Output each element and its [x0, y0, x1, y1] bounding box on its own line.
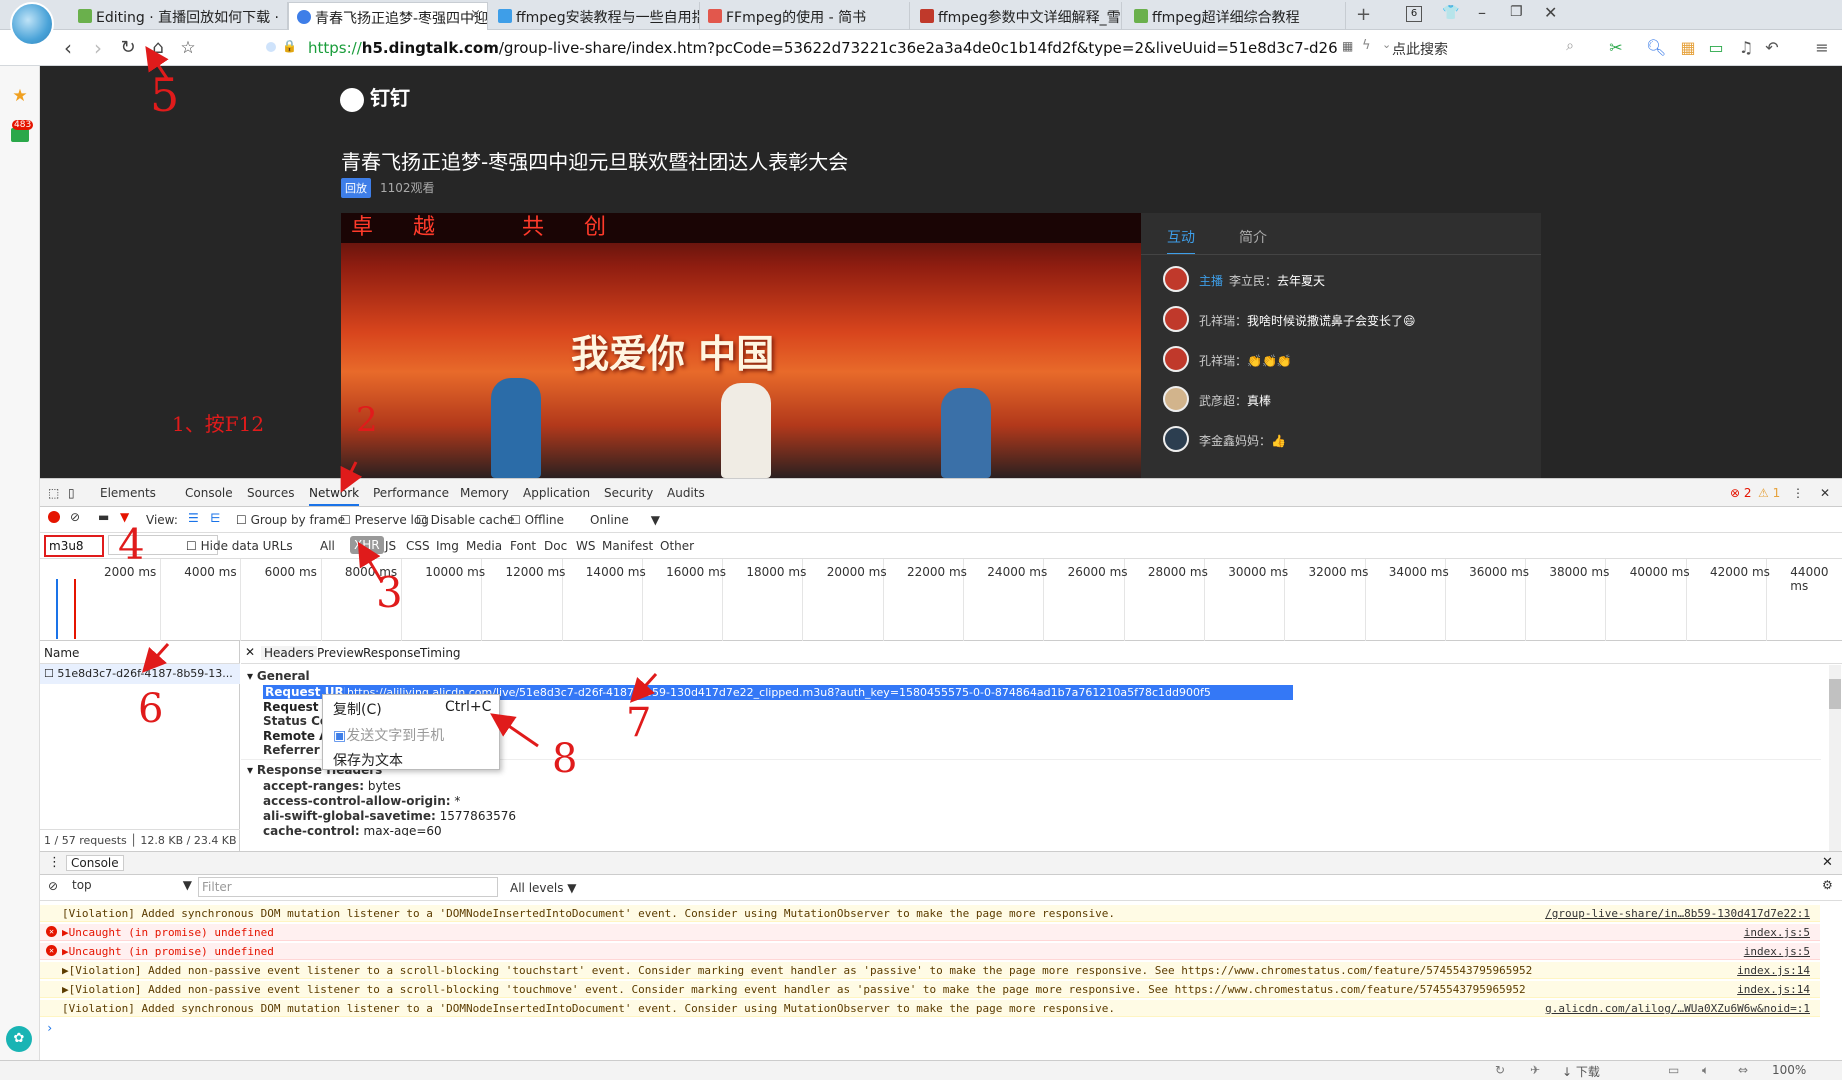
annotation-arrows — [141, 46, 658, 748]
arrow-step5 — [145, 46, 170, 81]
arrow-step8 — [490, 713, 539, 748]
arrow-step6 — [141, 642, 170, 673]
arrow-step2 — [340, 461, 363, 493]
arrow-step7 — [629, 672, 658, 703]
arrow-step3 — [357, 541, 384, 583]
browser-logo-icon[interactable] — [10, 2, 54, 46]
